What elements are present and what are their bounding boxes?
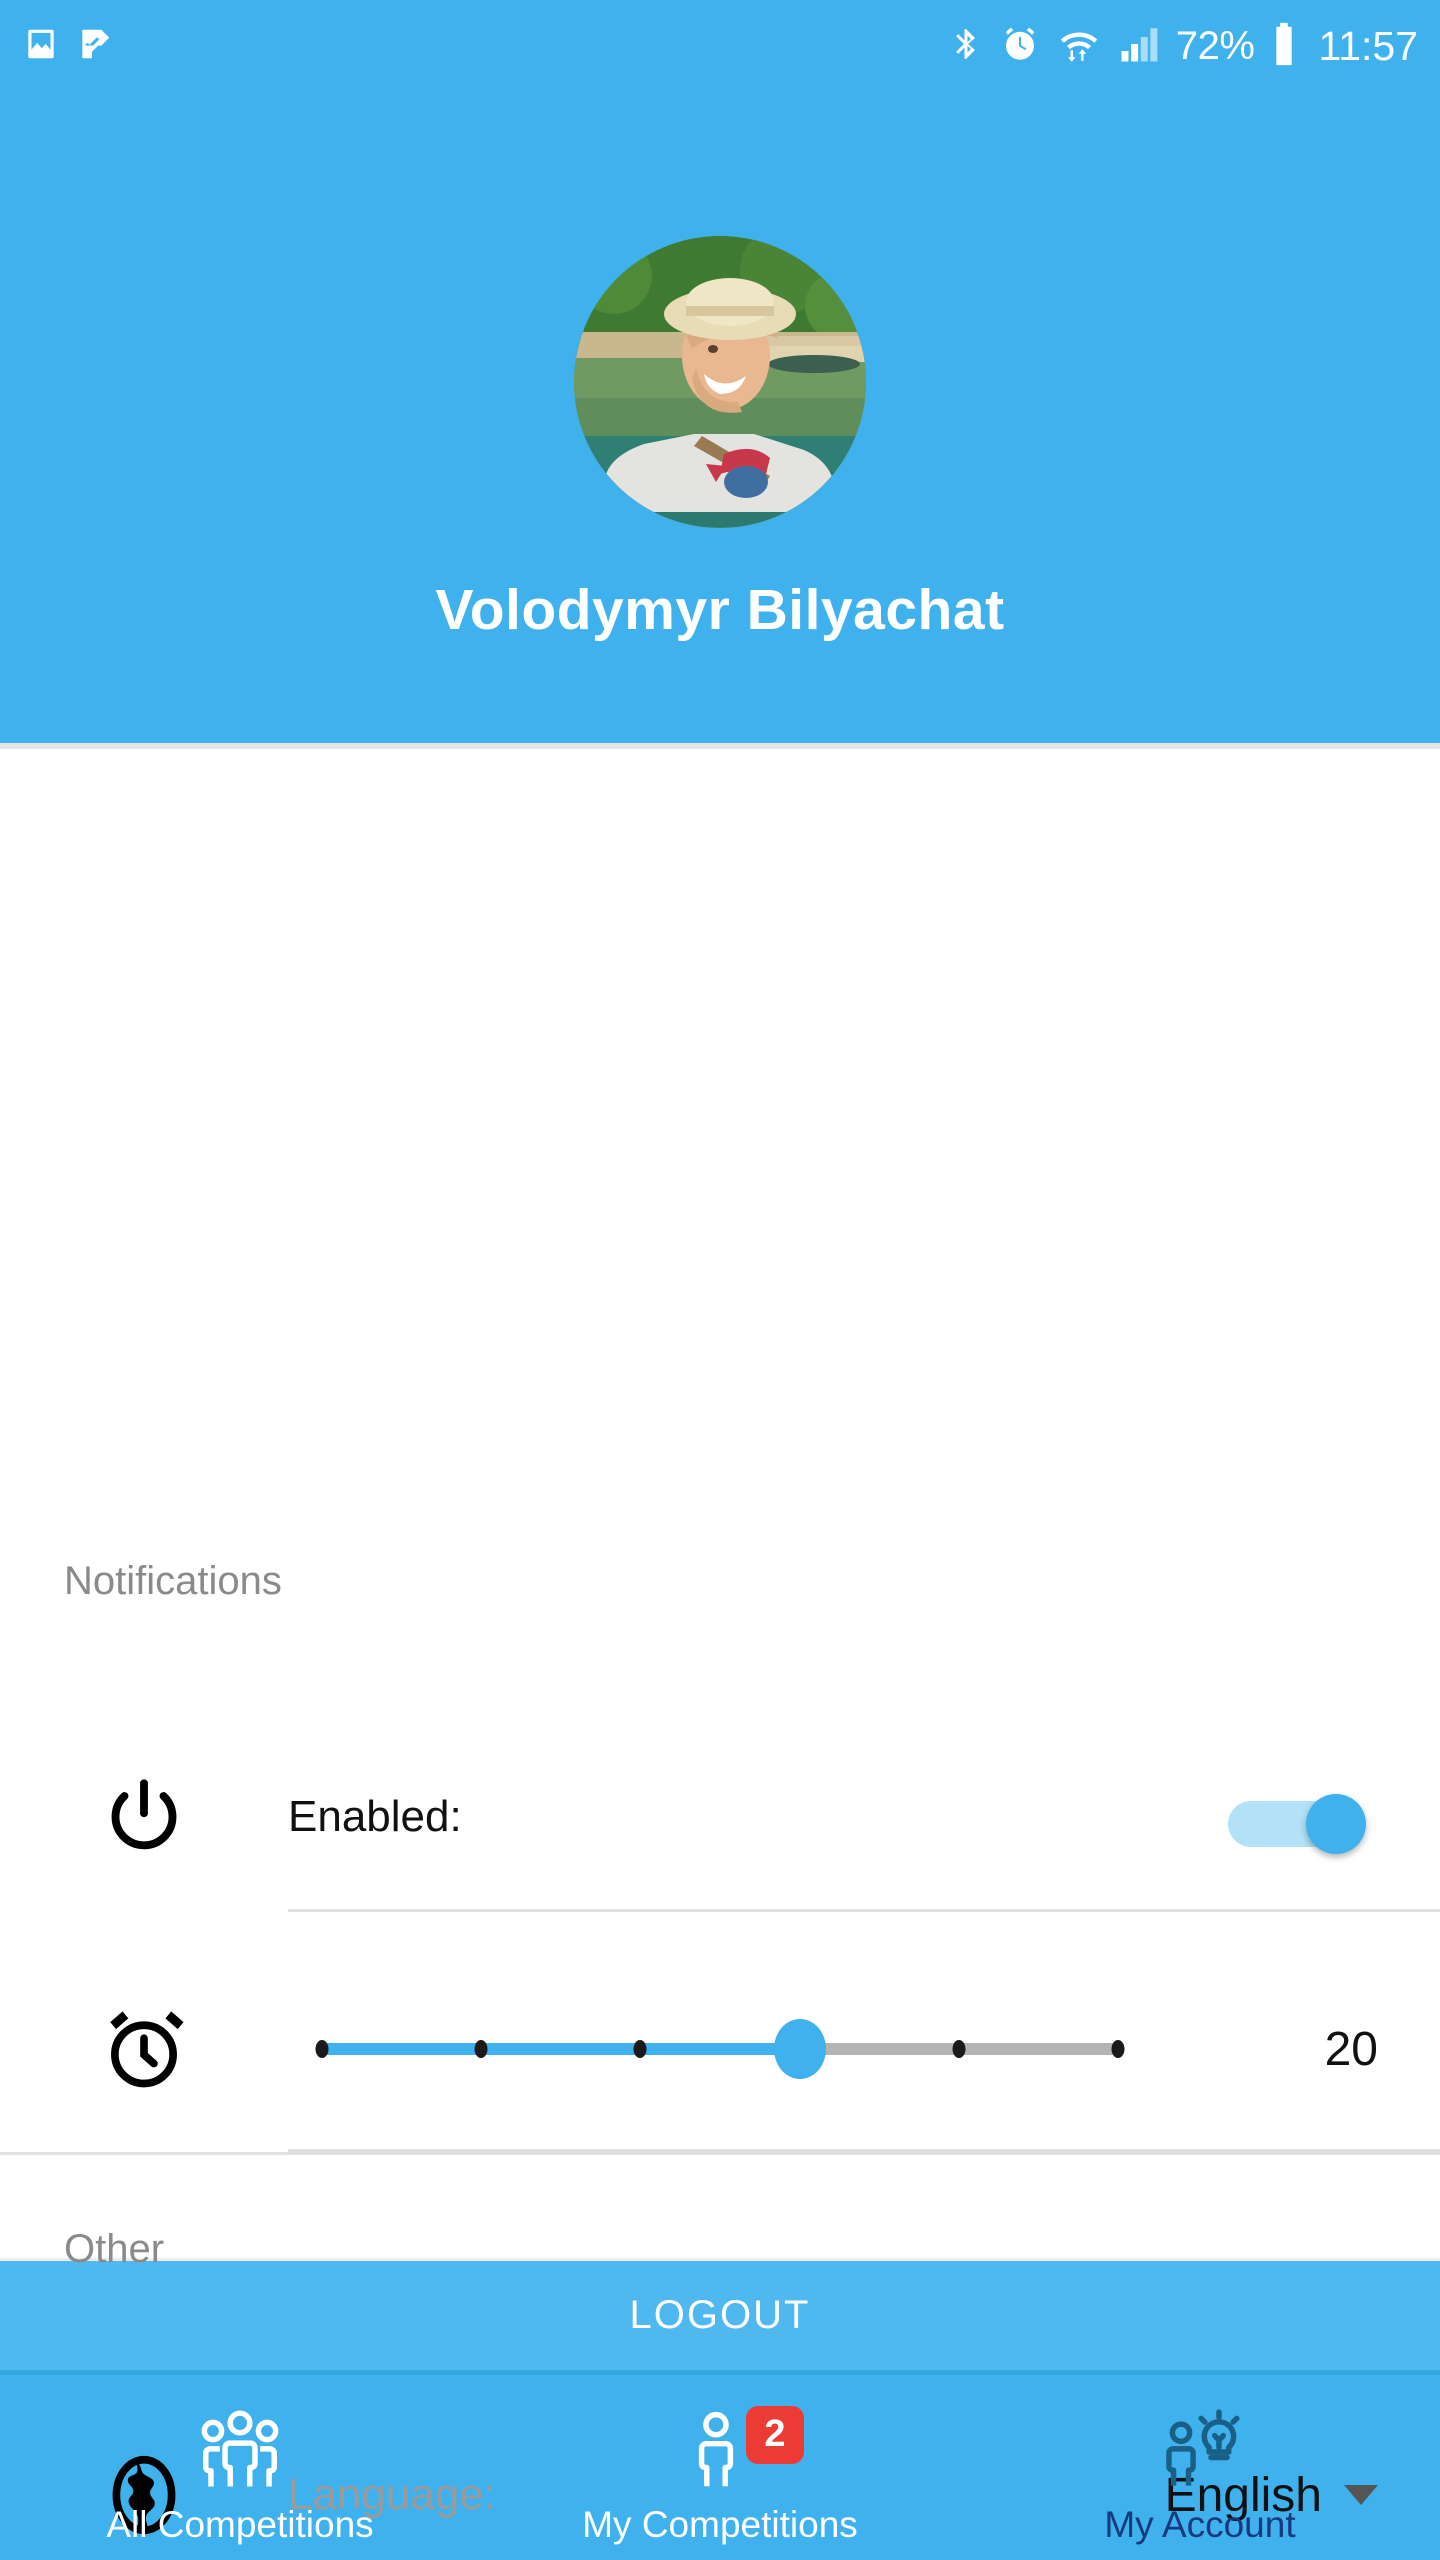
battery-icon [1269, 21, 1299, 72]
setting-row-enabled[interactable]: Enabled: [0, 1771, 1440, 1863]
status-bar-left-icons [22, 25, 114, 68]
slider-ticks [315, 2040, 1125, 2058]
slider-thumb[interactable] [773, 2019, 826, 2079]
page-title: Volodymyr Bilyachat [435, 578, 1005, 642]
person-icon: 2 [674, 2404, 804, 2496]
status-bar-right-icons: 72% 11:57 [948, 21, 1418, 72]
power-icon [0, 1772, 288, 1862]
slider-tick [952, 2040, 966, 2058]
enabled-label: Enabled: [288, 1792, 462, 1841]
nav-label-all-competitions: All Competitions [106, 2503, 374, 2545]
section-title-other: Other [64, 2227, 165, 2271]
nav-tab-my-account[interactable]: My Account [960, 2375, 1440, 2560]
profile-header: Volodymyr Bilyachat [0, 92, 1440, 743]
reminder-slider[interactable] [288, 2019, 1248, 2079]
group-people-icon [194, 2404, 286, 2496]
slider-value-label: 20 [1324, 2022, 1378, 2076]
slider-tick [633, 2040, 647, 2058]
setting-row-reminder-slider[interactable]: 20 [0, 1999, 1440, 2099]
avatar-image [574, 236, 866, 528]
signal-icon [1117, 23, 1161, 70]
wifi-icon [1056, 22, 1102, 71]
status-bar-clock: 11:57 [1318, 22, 1418, 69]
toggle-thumb[interactable] [1306, 1794, 1366, 1854]
logout-button[interactable]: LOGOUT [0, 2258, 1440, 2370]
bottom-navigation: All Competitions 2 My Competitions My Ac… [0, 2370, 1440, 2560]
slider-tick [315, 2040, 329, 2058]
image-icon [22, 25, 60, 68]
battery-percent-label: 72% [1175, 24, 1255, 68]
notifications-enabled-toggle[interactable] [1228, 1794, 1378, 1854]
alarm-icon [999, 23, 1041, 70]
enabled-row-content: Enabled: [288, 1792, 1440, 1854]
settings-list: Notifications Enabled: 20 Other Language… [0, 749, 1440, 2535]
row-divider [288, 1909, 1440, 1912]
nav-tab-my-competitions[interactable]: 2 My Competitions [480, 2375, 960, 2560]
slider-tick [1111, 2040, 1125, 2058]
slider-row-content: 20 [288, 2019, 1440, 2079]
slider-tick [474, 2040, 488, 2058]
checkmark-flag-icon [76, 25, 114, 68]
alarm-clock-icon [0, 2003, 288, 2095]
nav-tab-all-competitions[interactable]: All Competitions [0, 2375, 480, 2560]
avatar[interactable] [574, 236, 866, 528]
bluetooth-icon [948, 22, 984, 71]
status-bar: 72% 11:57 [0, 0, 1440, 92]
nav-label-my-account: My Account [1104, 2503, 1296, 2545]
app-root: 72% 11:57 Volodymyr Bilyachat Notificati… [0, 0, 1440, 2560]
section-divider-thick [288, 2149, 1440, 2155]
section-title-notifications: Notifications [64, 1559, 282, 1603]
my-competitions-badge: 2 [746, 2405, 804, 2464]
nav-label-my-competitions: My Competitions [582, 2503, 858, 2545]
person-lightbulb-icon [1154, 2404, 1246, 2496]
